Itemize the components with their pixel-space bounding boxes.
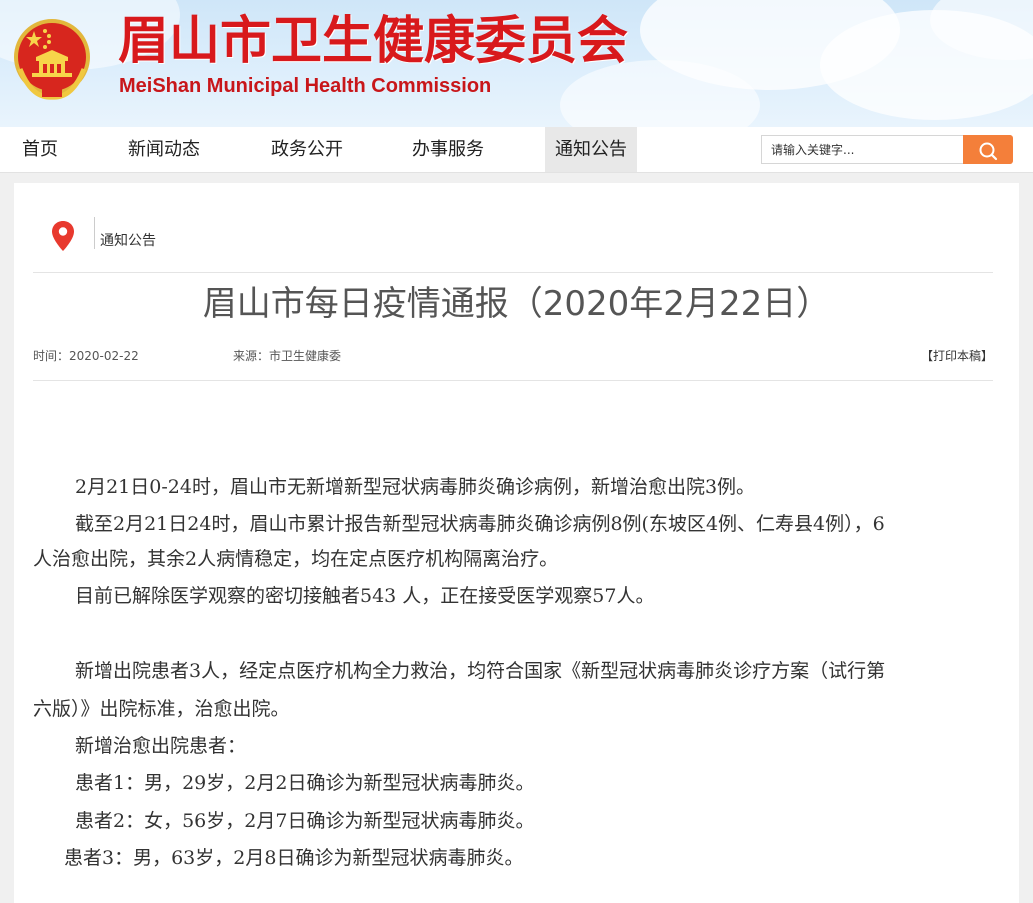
print-link[interactable]: 【打印本稿】 xyxy=(921,347,993,364)
nav-item-services[interactable]: 办事服务 xyxy=(400,127,496,172)
article-paragraph: 六版）》出院标准，治愈出院。 xyxy=(33,698,290,720)
article-source: 来源：市卫生健康委 xyxy=(233,349,342,363)
divider xyxy=(33,272,993,273)
search-box xyxy=(761,135,1013,164)
site-title-cn: 眉山市卫生健康委员会 xyxy=(118,12,629,71)
nav-item-government-affairs[interactable]: 政务公开 xyxy=(259,127,355,172)
nav-item-notices[interactable]: 通知公告 xyxy=(545,127,637,172)
nav-item-news[interactable]: 新闻动态 xyxy=(116,127,212,172)
site-title-en: MeiShan Municipal Health Commission xyxy=(119,75,492,97)
article-paragraph: 人治愈出院，其余2人病情稳定，均在定点医疗机构隔离治疗。 xyxy=(33,548,559,570)
article-paragraph: 患者3：男，63岁，2月8日确诊为新型冠状病毒肺炎。 xyxy=(64,847,524,869)
search-icon xyxy=(979,142,998,161)
search-button[interactable] xyxy=(963,135,1013,164)
divider xyxy=(33,380,993,381)
article-paragraph: 目前已解除医学观察的密切接触者543 人，正在接受医学观察57人。 xyxy=(75,585,655,607)
article-title: 眉山市每日疫情通报（2020年2月22日） xyxy=(202,284,831,324)
breadcrumb-divider xyxy=(94,217,95,249)
breadcrumb[interactable]: 通知公告 xyxy=(100,230,156,250)
article-paragraph: 新增出院患者3人，经定点医疗机构全力救治，均符合国家《新型冠状病毒肺炎诊疗方案（… xyxy=(75,660,886,682)
article-card: 通知公告 眉山市每日疫情通报（2020年2月22日） 时间：2020-02-22… xyxy=(14,183,1019,903)
search-input[interactable] xyxy=(762,136,962,163)
national-emblem-icon xyxy=(14,19,90,100)
location-pin-icon xyxy=(52,221,74,251)
nav-item-home[interactable]: 首页 xyxy=(10,127,70,172)
article-paragraph: 2月21日0-24时，眉山市无新增新型冠状病毒肺炎确诊病例，新增治愈出院3例。 xyxy=(75,476,756,498)
article-time: 时间：2020-02-22 xyxy=(33,349,139,363)
article-paragraph: 新增治愈出院患者： xyxy=(75,735,247,757)
header-banner: 眉山市卫生健康委员会 MeiShan Municipal Health Comm… xyxy=(0,0,1033,127)
article-paragraph: 患者2：女，56岁，2月7日确诊为新型冠状病毒肺炎。 xyxy=(75,810,535,832)
article-paragraph: 截至2月21日24时，眉山市累计报告新型冠状病毒肺炎确诊病例8例(东坡区4例、仁… xyxy=(75,513,885,535)
article-paragraph: 患者1：男，29岁，2月2日确诊为新型冠状病毒肺炎。 xyxy=(75,772,535,794)
